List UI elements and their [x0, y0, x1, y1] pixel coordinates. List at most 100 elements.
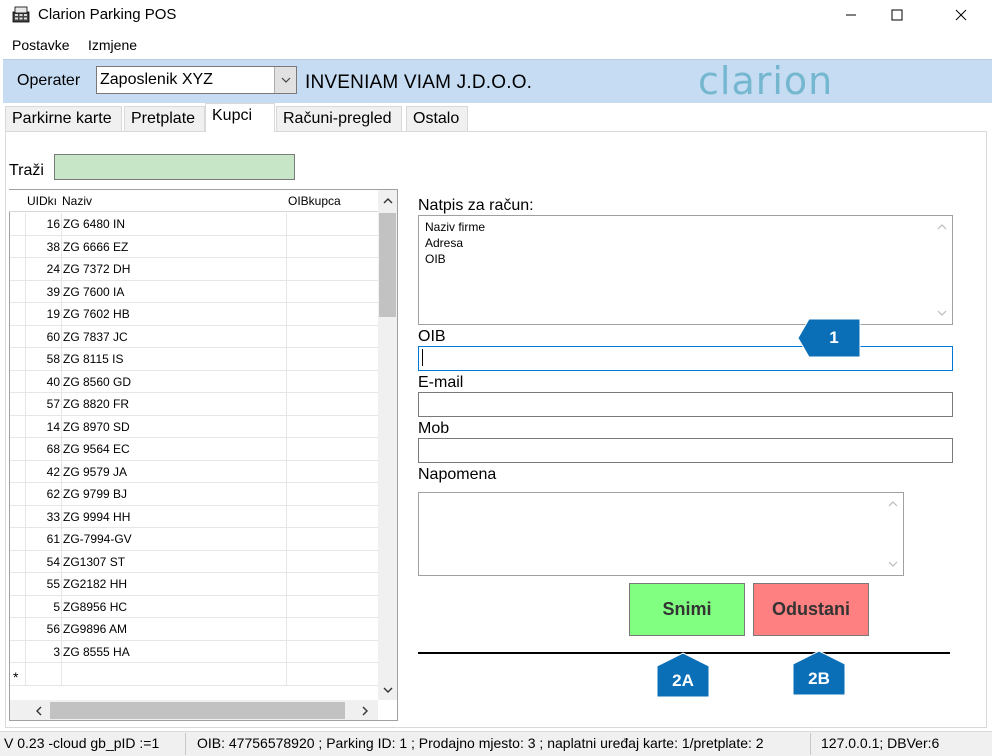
row-selector[interactable]	[10, 348, 26, 370]
table-row[interactable]: 14 ZG 8970 SD	[10, 415, 378, 438]
row-selector[interactable]	[10, 550, 26, 572]
grid-divider	[61, 325, 62, 347]
table-row[interactable]: 56 ZG9896 AM	[10, 618, 378, 641]
cell-naziv: ZG 9579 JA	[63, 464, 128, 479]
cancel-button[interactable]: Odustani	[753, 583, 869, 636]
tab-racuni-pregled[interactable]: Računi-pregled	[276, 106, 402, 131]
row-selector[interactable]	[10, 415, 26, 437]
row-selector[interactable]	[10, 483, 26, 505]
row-selector[interactable]	[10, 573, 26, 595]
grid-divider	[61, 528, 62, 550]
scroll-down-button[interactable]	[887, 559, 899, 569]
close-button[interactable]	[938, 0, 984, 30]
cell-naziv: ZG 9994 HH	[63, 509, 131, 524]
grid-divider	[286, 393, 287, 415]
cash-register-icon	[12, 6, 30, 23]
menu-item-postavke[interactable]: Postavke	[12, 37, 70, 53]
table-row[interactable]: 60 ZG 7837 JC	[10, 325, 378, 348]
status-divider	[185, 733, 186, 755]
scroll-up-button[interactable]	[936, 222, 948, 232]
column-header-naziv[interactable]: Naziv	[62, 194, 92, 208]
table-row[interactable]: 68 ZG 9564 EC	[10, 438, 378, 461]
save-button[interactable]: Snimi	[629, 583, 745, 636]
table-row[interactable]: 16 ZG 6480 IN	[10, 213, 378, 236]
table-row[interactable]: 19 ZG 7602 HB	[10, 303, 378, 326]
row-selector[interactable]	[10, 640, 26, 662]
row-selector[interactable]	[10, 505, 26, 527]
scroll-up-button[interactable]	[378, 191, 397, 211]
grid-divider	[61, 348, 62, 370]
grid-divider	[61, 505, 62, 527]
grid-divider	[61, 483, 62, 505]
table-row[interactable]: 61 ZG-7994-GV	[10, 528, 378, 551]
napomena-textarea[interactable]	[418, 492, 904, 576]
cell-uid: 19	[46, 307, 60, 321]
tab-pretplate[interactable]: Pretplate	[124, 106, 205, 131]
row-selector[interactable]	[10, 618, 26, 640]
natpis-textarea[interactable]: Naziv firme Adresa OIB	[418, 215, 953, 325]
row-selector[interactable]	[10, 528, 26, 550]
table-row[interactable]: 55 ZG2182 HH	[10, 573, 378, 596]
mob-input[interactable]	[418, 438, 953, 463]
grid-divider	[286, 213, 287, 235]
table-row[interactable]: 3 ZG 8555 HA	[10, 640, 378, 663]
cell-uid: 68	[46, 442, 60, 456]
scroll-down-button[interactable]	[378, 680, 397, 700]
scroll-left-button[interactable]	[30, 702, 48, 719]
table-row[interactable]: 24 ZG 7372 DH	[10, 258, 378, 281]
table-row-new[interactable]	[10, 663, 378, 686]
column-header-oib[interactable]: OIBkupca	[288, 194, 341, 208]
scroll-right-button[interactable]	[356, 702, 374, 719]
brand-logo: clarion	[698, 59, 834, 103]
maximize-button[interactable]	[874, 0, 920, 30]
table-row[interactable]: 39 ZG 7600 IA	[10, 280, 378, 303]
row-selector[interactable]	[10, 303, 26, 325]
column-header-uid[interactable]: UIDkı	[27, 194, 57, 208]
grid-divider	[286, 618, 287, 640]
grid-divider	[61, 438, 62, 460]
table-row[interactable]: 38 ZG 6666 EZ	[10, 235, 378, 258]
row-selector[interactable]	[10, 325, 26, 347]
cell-uid: 39	[46, 284, 60, 299]
tab-ostalo[interactable]: Ostalo	[406, 106, 468, 131]
grid-vertical-scroll-thumb[interactable]	[379, 213, 396, 317]
row-selector[interactable]	[10, 460, 26, 482]
minimize-button[interactable]	[828, 0, 874, 30]
email-input[interactable]	[418, 392, 953, 417]
table-row[interactable]: 58 ZG 8115 IS	[10, 348, 378, 371]
natpis-line-1: Naziv firme	[425, 220, 486, 234]
row-selector[interactable]	[10, 235, 26, 257]
table-row[interactable]: 5 ZG8956 HC	[10, 595, 378, 618]
scroll-down-button[interactable]	[936, 308, 948, 318]
table-row[interactable]: 62 ZG 9799 BJ	[10, 483, 378, 506]
row-selector[interactable]	[10, 258, 26, 280]
tab-kupci[interactable]: Kupci	[205, 103, 275, 132]
table-row[interactable]: 57 ZG 8820 FR	[10, 393, 378, 416]
cell-naziv: ZG 8555 HA	[63, 644, 130, 659]
grid-divider	[286, 438, 287, 460]
grid-divider	[61, 460, 62, 482]
operater-dropdown-button[interactable]	[274, 67, 296, 93]
natpis-line-2: Adresa	[425, 236, 464, 250]
table-row[interactable]: 42 ZG 9579 JA	[10, 460, 378, 483]
grid-horizontal-scroll-thumb[interactable]	[50, 702, 345, 719]
row-selector[interactable]	[10, 393, 26, 415]
oib-input[interactable]	[418, 346, 953, 371]
cell-uid: 14	[46, 419, 60, 434]
cell-uid: 58	[46, 352, 60, 366]
table-row[interactable]: 54 ZG1307 ST	[10, 550, 378, 573]
cell-uid: 62	[46, 487, 60, 501]
grid-divider	[286, 460, 287, 482]
tab-parkirne-karte[interactable]: Parkirne karte	[5, 106, 122, 131]
row-selector[interactable]	[10, 280, 26, 302]
row-selector[interactable]	[10, 213, 26, 235]
scroll-up-button[interactable]	[887, 499, 899, 509]
table-row[interactable]: 40 ZG 8560 GD	[10, 370, 378, 393]
search-input[interactable]	[54, 154, 295, 180]
menu-item-izmjene[interactable]: Izmjene	[88, 37, 137, 53]
row-selector[interactable]	[10, 438, 26, 460]
row-selector[interactable]	[10, 370, 26, 392]
table-row[interactable]: 33 ZG 9994 HH	[10, 505, 378, 528]
row-selector[interactable]	[10, 595, 26, 617]
cell-uid: 55	[46, 577, 60, 591]
